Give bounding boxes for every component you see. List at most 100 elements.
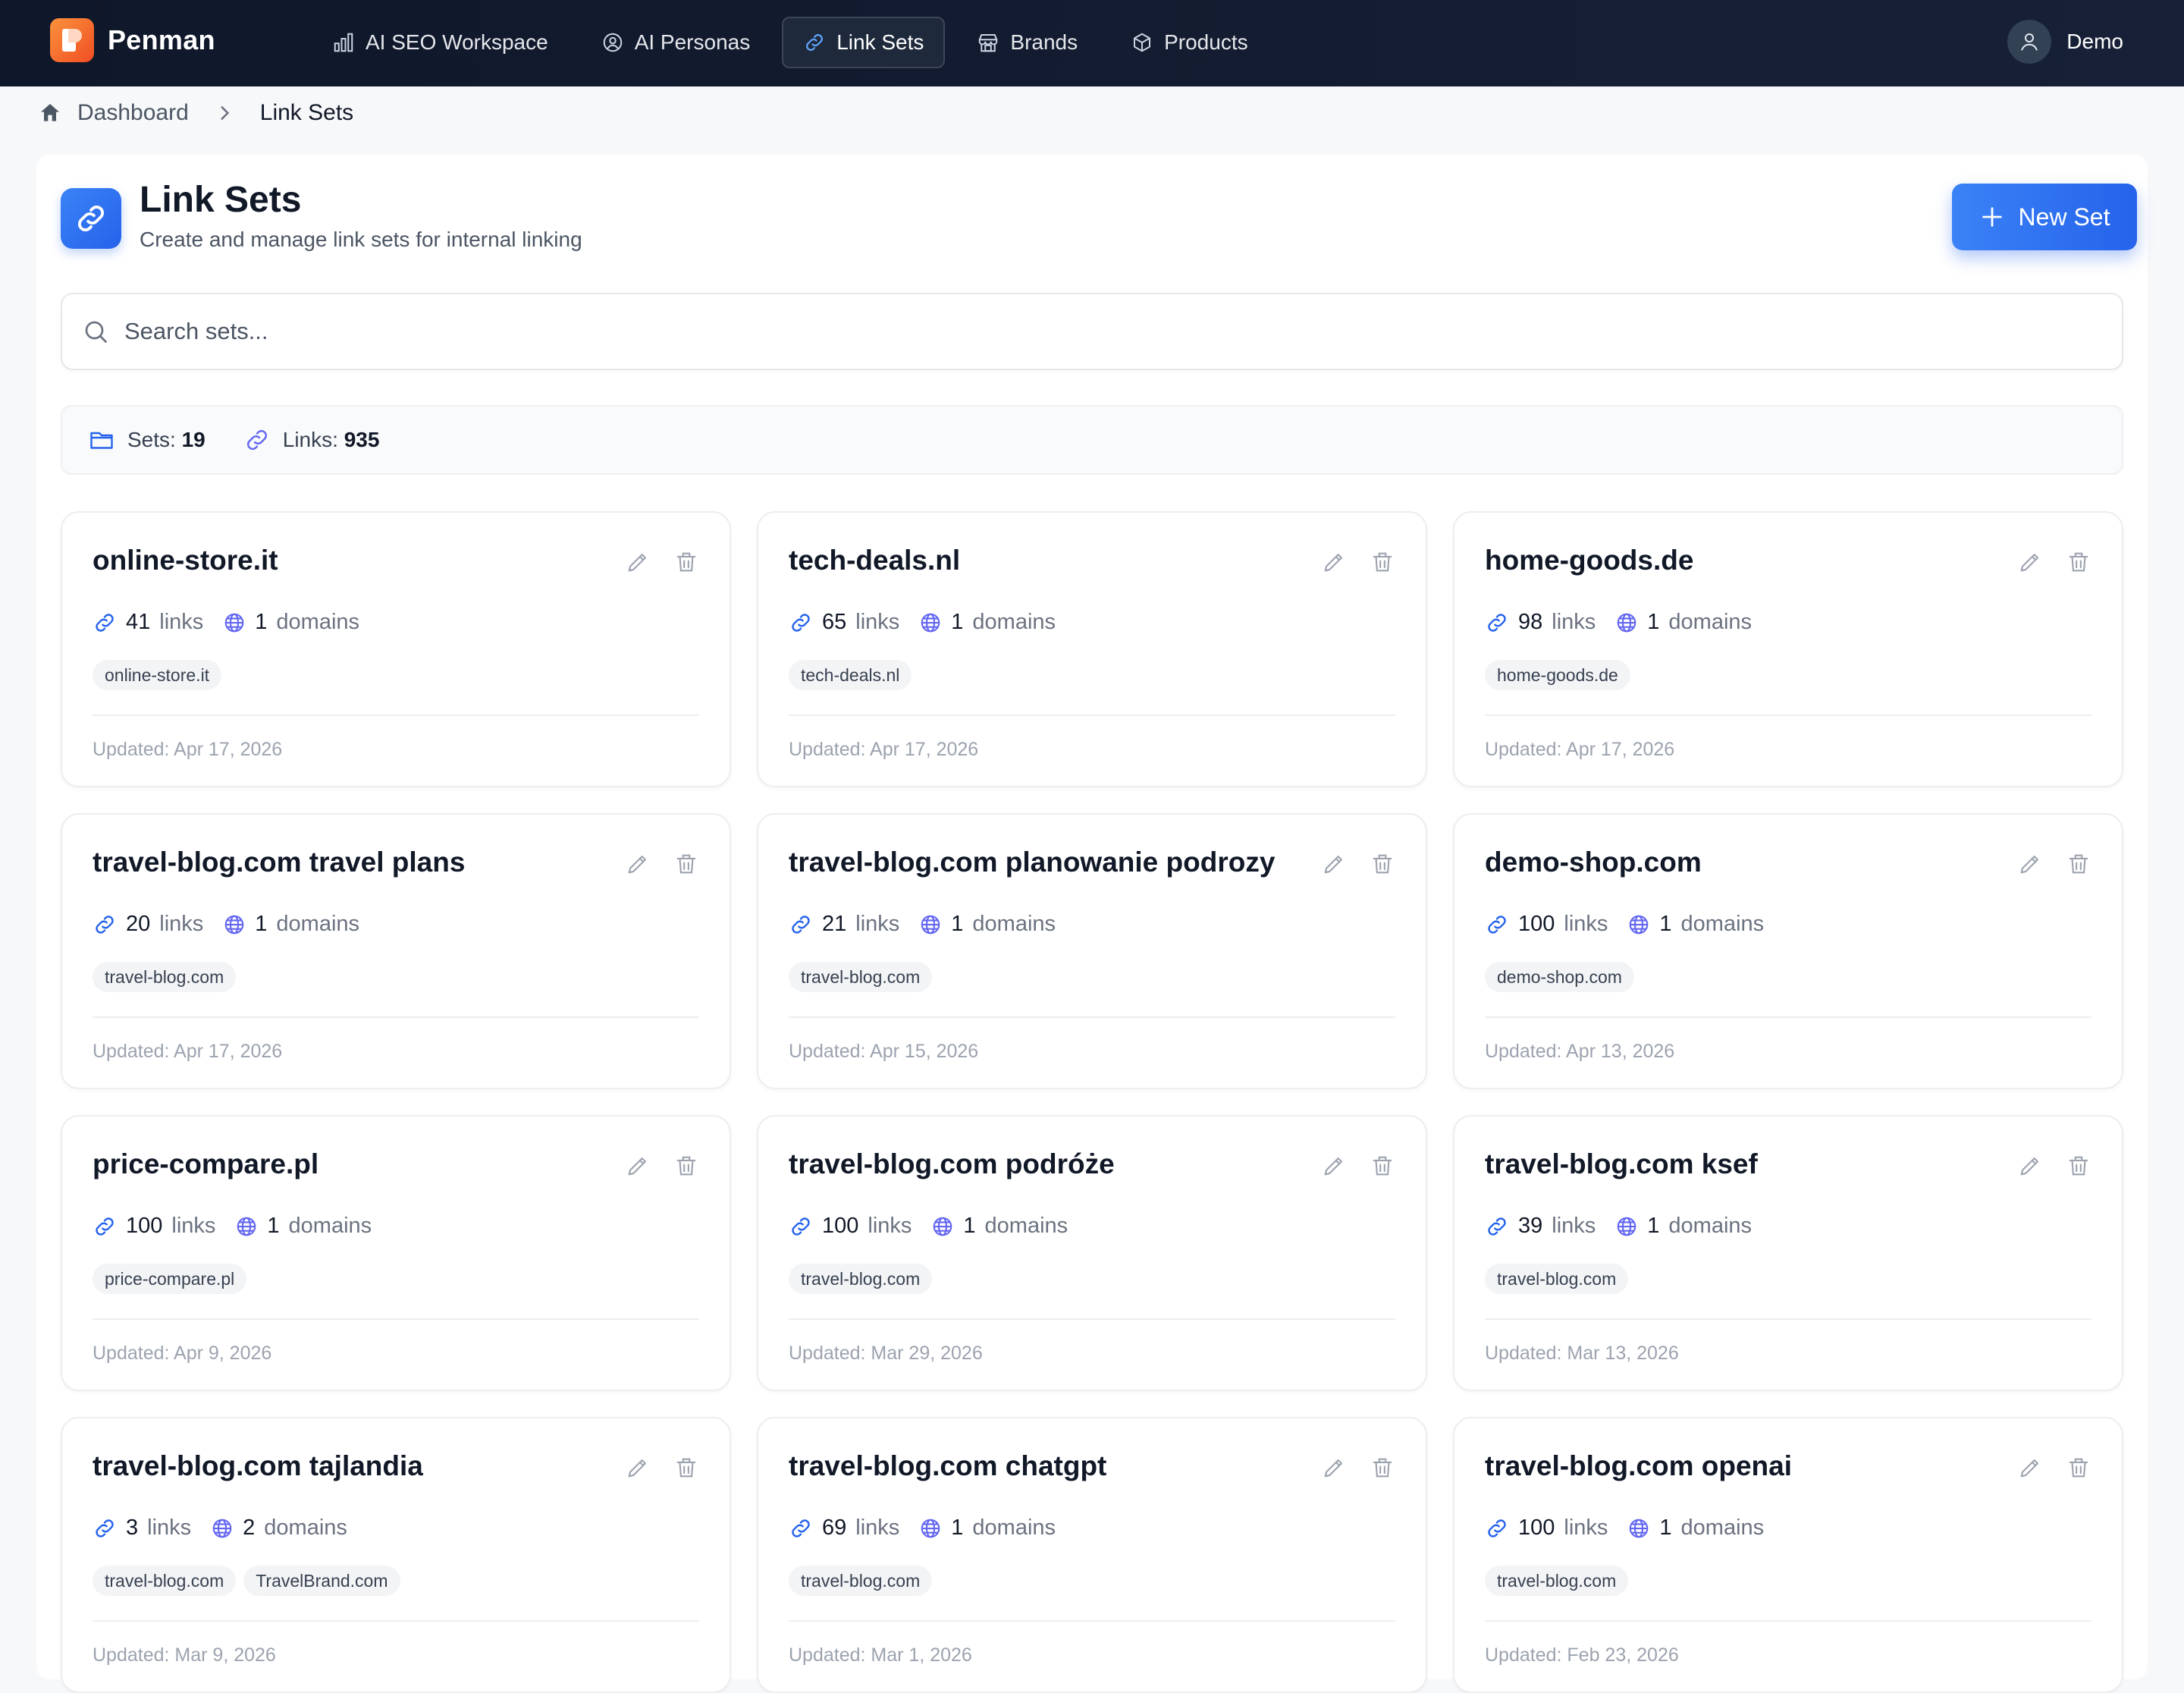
links-label: links: [855, 912, 900, 936]
updated-date: Updated: Apr 17, 2026: [93, 1041, 283, 1062]
search-icon: [82, 318, 109, 345]
domain-tags: price-compare.pl: [93, 1264, 247, 1294]
nav-item-ai-personas[interactable]: AI Personas: [580, 17, 772, 68]
link-set-card[interactable]: online-store.it 41 links 1 domains onlin…: [61, 511, 731, 787]
trash-icon[interactable]: [2066, 851, 2091, 877]
nav-item-link-sets[interactable]: Link Sets: [782, 17, 946, 68]
links-count: 98 links: [1485, 610, 1596, 635]
nav-item-ai-seo-workspace[interactable]: AI SEO Workspace: [311, 17, 570, 68]
globe-icon: [919, 913, 942, 936]
nav-item-products[interactable]: Products: [1109, 17, 1269, 68]
trash-icon[interactable]: [1370, 549, 1395, 575]
edit-icon[interactable]: [1321, 549, 1347, 575]
link-icon: [93, 611, 117, 635]
home-icon[interactable]: [38, 101, 62, 125]
domains-number: 1: [951, 610, 964, 634]
updated-date: Updated: Mar 1, 2026: [789, 1644, 972, 1666]
link-set-card[interactable]: demo-shop.com 100 links 1 domains demo-s…: [1453, 813, 2123, 1089]
links-label: links: [1552, 1214, 1596, 1238]
domain-tag: demo-shop.com: [1485, 962, 1634, 992]
new-set-button[interactable]: New Set: [1952, 184, 2137, 250]
link-set-card[interactable]: travel-blog.com planowanie podrozy 21 li…: [757, 813, 1427, 1089]
globe-icon: [1615, 611, 1638, 634]
link-set-card[interactable]: travel-blog.com openai 100 links 1 domai…: [1453, 1417, 2123, 1693]
trash-icon[interactable]: [673, 1153, 699, 1179]
links-label: links: [147, 1516, 192, 1540]
updated-date: Updated: Feb 23, 2026: [1485, 1644, 1679, 1666]
domains-label: domains: [984, 1214, 1068, 1238]
stat-sets-value: 19: [181, 428, 206, 451]
domain-tag: travel-blog.com: [93, 962, 237, 992]
link-set-card[interactable]: travel-blog.com podróże 100 links 1 doma…: [757, 1115, 1427, 1391]
edit-icon[interactable]: [1321, 851, 1347, 877]
card-divider: [1485, 715, 2091, 716]
user-menu[interactable]: Demo: [2007, 20, 2123, 64]
edit-icon[interactable]: [1321, 1455, 1347, 1481]
globe-icon: [1627, 913, 1650, 936]
edit-icon[interactable]: [625, 851, 651, 877]
link-set-card[interactable]: home-goods.de 98 links 1 domains home-go…: [1453, 511, 2123, 787]
trash-icon[interactable]: [673, 549, 699, 575]
edit-icon[interactable]: [2017, 1455, 2043, 1481]
search-input[interactable]: [124, 318, 2020, 345]
edit-icon[interactable]: [625, 1455, 651, 1481]
trash-icon[interactable]: [673, 1455, 699, 1481]
breadcrumb: Dashboard Link Sets: [38, 100, 353, 126]
links-label: links: [159, 912, 204, 936]
link-set-card[interactable]: travel-blog.com travel plans 20 links 1 …: [61, 813, 731, 1089]
domain-tags: demo-shop.com: [1485, 962, 1634, 992]
trash-icon[interactable]: [2066, 1455, 2091, 1481]
edit-icon[interactable]: [1321, 1153, 1347, 1179]
link-set-title: price-compare.pl: [93, 1148, 319, 1179]
edit-icon[interactable]: [2017, 549, 2043, 575]
trash-icon[interactable]: [1370, 1455, 1395, 1481]
link-set-title: travel-blog.com tajlandia: [93, 1450, 423, 1481]
link-set-title: travel-blog.com ksef: [1485, 1148, 1758, 1179]
edit-icon[interactable]: [625, 1153, 651, 1179]
domains-label: domains: [264, 1516, 347, 1540]
trash-icon[interactable]: [1370, 851, 1395, 877]
domain-tags: travel-blog.com TravelBrand.com: [93, 1566, 400, 1596]
link-set-title: online-store.it: [93, 545, 278, 576]
domains-number: 1: [267, 1214, 280, 1238]
link-set-card[interactable]: tech-deals.nl 65 links 1 domains tech-de…: [757, 511, 1427, 787]
globe-icon: [919, 611, 942, 634]
link-icon: [789, 1214, 813, 1239]
avatar: [2007, 20, 2052, 64]
globe-icon: [1627, 1517, 1650, 1540]
trash-icon[interactable]: [673, 851, 699, 877]
search-box[interactable]: [61, 293, 2123, 370]
edit-icon[interactable]: [625, 549, 651, 575]
stat-links-label: Links:: [282, 428, 338, 451]
edit-icon[interactable]: [2017, 851, 2043, 877]
trash-icon[interactable]: [2066, 549, 2091, 575]
links-label: links: [1552, 610, 1596, 634]
link-set-card[interactable]: travel-blog.com chatgpt 69 links 1 domai…: [757, 1417, 1427, 1693]
link-set-card[interactable]: price-compare.pl 100 links 1 domains pri…: [61, 1115, 731, 1391]
links-count: 65 links: [789, 610, 899, 635]
trash-icon[interactable]: [2066, 1153, 2091, 1179]
domains-label: domains: [288, 1214, 372, 1238]
nav-item-label: Brands: [1010, 30, 1078, 54]
nav-item-brands[interactable]: Brands: [956, 17, 1099, 68]
links-count: 100 links: [93, 1214, 215, 1239]
domains-count: 1 domains: [931, 1214, 1068, 1239]
domain-tags: home-goods.de: [1485, 660, 1630, 690]
trash-icon[interactable]: [1370, 1153, 1395, 1179]
breadcrumb-dashboard-link[interactable]: Dashboard: [77, 100, 189, 126]
edit-icon[interactable]: [2017, 1153, 2043, 1179]
domain-tag: travel-blog.com: [789, 1264, 933, 1294]
stat-links-value: 935: [344, 428, 380, 451]
link-set-card[interactable]: travel-blog.com tajlandia 3 links 2 doma…: [61, 1417, 731, 1693]
brand-logo[interactable]: Penman: [50, 18, 215, 62]
links-label: links: [855, 1516, 900, 1540]
domains-count: 1 domains: [1627, 1516, 1764, 1541]
card-meta: 69 links 1 domains: [789, 1516, 1056, 1541]
links-count: 41 links: [93, 610, 203, 635]
card-actions: [1321, 1455, 1395, 1481]
domain-tag: TravelBrand.com: [243, 1566, 400, 1596]
penman-logo-icon: [50, 18, 94, 62]
link-set-card[interactable]: travel-blog.com ksef 39 links 1 domains …: [1453, 1115, 2123, 1391]
domains-count: 1 domains: [1627, 912, 1764, 937]
card-divider: [789, 715, 1395, 716]
